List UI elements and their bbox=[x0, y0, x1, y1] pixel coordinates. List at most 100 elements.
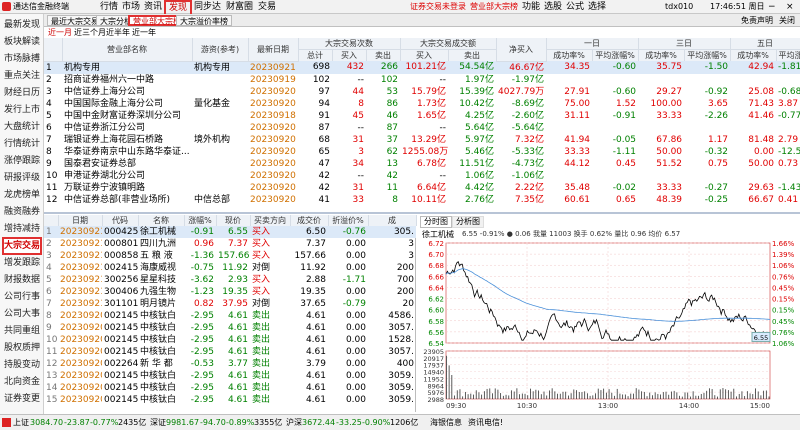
table-row[interactable]: 10 申港证券湖北分公司 20230920 42 -- 42 -- 1.06亿 -1.06亿 bbox=[44, 170, 800, 182]
col-5d-avg[interactable]: 平均涨幅% bbox=[776, 49, 800, 61]
col-date[interactable]: 最新日期 bbox=[248, 38, 299, 62]
col-detail-premium[interactable]: 折溢价% bbox=[328, 215, 369, 226]
col-3d-avg[interactable]: 平均涨幅% bbox=[684, 49, 731, 61]
col-detail-name[interactable]: 名称 bbox=[138, 215, 185, 226]
list-item[interactable]: 5 20230921 300256 星星科技 -3.62 2.93 买入 2.88 -1.71 7… bbox=[44, 274, 416, 286]
menu-wealth[interactable]: 财富圈 bbox=[226, 1, 253, 13]
login-warning[interactable]: 证券交易未登录 bbox=[410, 1, 466, 13]
col-amount-sell[interactable]: 卖出 bbox=[448, 49, 497, 61]
period-1m[interactable]: 近一月 bbox=[48, 27, 72, 38]
sidebar-item-11[interactable]: 融资融券 bbox=[2, 203, 42, 221]
sidebar-item-13[interactable]: 大宗交易 bbox=[2, 237, 42, 255]
table-row[interactable]: 1 机构专用 机构专用 20230921 698 432 266 101.21亿 54.54亿 4… bbox=[44, 61, 800, 74]
index-hs-label[interactable]: 沪深 bbox=[286, 417, 302, 428]
menu-news[interactable]: 资讯 bbox=[144, 1, 162, 13]
list-item[interactable]: 2 20230921 000801 四川九洲 0.96 7.37 买入 7.37 0.00 3 bbox=[44, 238, 416, 250]
sidebar-item-15[interactable]: 财报数据 bbox=[2, 271, 42, 289]
col-amount-buy[interactable]: 买入 bbox=[400, 49, 449, 61]
tool-function[interactable]: 功能 bbox=[522, 1, 540, 13]
list-item[interactable]: 6 20230921 300406 九强生物 -1.23 19.35 买入 19.35 0.00… bbox=[44, 286, 416, 298]
chart-tab-intraday[interactable]: 分时图 bbox=[420, 216, 452, 228]
col-count-buy[interactable]: 买入 bbox=[332, 49, 367, 61]
sidebar-item-20[interactable]: 持股变动 bbox=[2, 356, 42, 374]
list-item[interactable]: 14 20230920 002145 中核钛白 -2.95 4.61 卖出 4.61 0.00 3… bbox=[44, 382, 416, 394]
table-row[interactable]: 7 瑞银证券上海花园石桥路 境外机构 20230920 68 31 37 13.29亿 5.97… bbox=[44, 134, 800, 146]
col-count-total[interactable]: 总计 bbox=[298, 49, 333, 61]
sidebar-item-5[interactable]: 发行上市 bbox=[2, 101, 42, 119]
sidebar-item-14[interactable]: 增发跟踪 bbox=[2, 254, 42, 272]
col-detail-date[interactable]: 日期 bbox=[58, 215, 103, 226]
sidebar-item-0[interactable]: 最新发现 bbox=[2, 16, 42, 34]
table-row[interactable]: 5 中国中金财富证券深圳分公司 20230918 91 45 46 1.65亿 4.25亿 -2… bbox=[44, 110, 800, 122]
disclaimer-link[interactable]: 免责声明 bbox=[738, 15, 776, 26]
list-item[interactable]: 12 20230920 002264 新 华 都 -0.53 3.77 卖出 3.79 0.00… bbox=[44, 358, 416, 370]
col-detail-code[interactable]: 代码 bbox=[102, 215, 139, 226]
list-item[interactable]: 15 20230920 002145 中核钛白 -2.95 4.61 卖出 4.61 0.00 3… bbox=[44, 394, 416, 406]
col-detail-change[interactable]: 涨幅% bbox=[184, 215, 217, 226]
minimize-icon[interactable]: − bbox=[768, 1, 776, 13]
sidebar-item-2[interactable]: 市场脉搏 bbox=[2, 50, 42, 68]
sidebar-item-9[interactable]: 研报评级 bbox=[2, 169, 42, 187]
sidebar-item-22[interactable]: 证券变更 bbox=[2, 390, 42, 408]
list-item[interactable]: 8 20230920 002145 中核钛白 -2.95 4.61 卖出 4.61 0.00 45… bbox=[44, 310, 416, 322]
sidebar-item-6[interactable]: 大盘统计 bbox=[2, 118, 42, 136]
col-3d-rate[interactable]: 成功率% bbox=[638, 49, 685, 61]
menu-sync[interactable]: 同步达 bbox=[194, 1, 221, 13]
table-row[interactable]: 4 中国国际金融上海分公司 量化基金 20230920 94 8 86 1.73亿 10.42亿… bbox=[44, 98, 800, 110]
index-sh-label[interactable]: 上证 bbox=[13, 417, 29, 428]
sidebar-item-12[interactable]: 增持减持 bbox=[2, 220, 42, 238]
sidebar-item-21[interactable]: 北向资金 bbox=[2, 373, 42, 391]
period-3m[interactable]: 近三个月 bbox=[74, 27, 106, 38]
tool-choose[interactable]: 选择 bbox=[588, 1, 606, 13]
col-detail-deal-price[interactable]: 成交价 bbox=[290, 215, 329, 226]
table-row[interactable]: 8 华泰证券南京中山东路华泰证... 20230920 65 3 62 1255.08万 5.… bbox=[44, 146, 800, 158]
sidebar-item-3[interactable]: 重点关注 bbox=[2, 67, 42, 85]
col-detail-volume[interactable]: 成 bbox=[368, 215, 417, 226]
sidebar-item-1[interactable]: 板块解读 bbox=[2, 33, 42, 51]
sidebar-item-17[interactable]: 公司大事 bbox=[2, 305, 42, 323]
sidebar-item-4[interactable]: 财经日历 bbox=[2, 84, 42, 102]
tool-formula[interactable]: 公式 bbox=[566, 1, 584, 13]
chart-tab-analysis[interactable]: 分析图 bbox=[452, 216, 484, 228]
table-row[interactable]: 11 万联证券宁波镇明路 20230920 42 31 11 6.64亿 4.42亿 2.22亿… bbox=[44, 182, 800, 194]
list-item[interactable]: 9 20230920 002145 中核钛白 -2.95 4.61 卖出 4.61 0.00 30… bbox=[44, 322, 416, 334]
sidebar-item-8[interactable]: 涨停跟踪 bbox=[2, 152, 42, 170]
menu-market[interactable]: 市场 bbox=[122, 1, 140, 13]
col-detail-price[interactable]: 现价 bbox=[216, 215, 251, 226]
sidebar-item-19[interactable]: 股权质押 bbox=[2, 339, 42, 357]
sidebar-item-16[interactable]: 公司行事 bbox=[2, 288, 42, 306]
index-sz-label[interactable]: 深证 bbox=[150, 417, 166, 428]
col-1d-rate[interactable]: 成功率% bbox=[546, 49, 593, 61]
menu-trade[interactable]: 交易 bbox=[258, 1, 276, 13]
list-item[interactable]: 3 20230921 000858 五 粮 液 -1.36 157.66 买入 157.66 0… bbox=[44, 250, 416, 262]
table-row[interactable]: 9 国泰君安证券总部 20230920 47 34 13 6.78亿 11.51亿 -4.73亿… bbox=[44, 158, 800, 170]
period-6m[interactable]: 近半年 bbox=[106, 27, 130, 38]
col-5d-rate[interactable]: 成功率% bbox=[730, 49, 777, 61]
col-broker-name[interactable]: 营业部名称 bbox=[62, 38, 193, 62]
close-icon[interactable]: × bbox=[786, 1, 794, 13]
table-row[interactable]: 2 招商证券福州六一中路 20230919 102 -- 102 -- 1.97亿 -1.97亿 bbox=[44, 74, 800, 86]
close-panel-link[interactable]: 关闭 bbox=[776, 15, 798, 26]
status-info-2[interactable]: 资讯电信! bbox=[468, 417, 503, 428]
table-row[interactable]: 6 中信证券浙江分公司 20230920 87 -- 87 -- 5.64亿 -5.64亿 bbox=[44, 122, 800, 134]
col-detail-direction[interactable]: 买卖方向 bbox=[250, 215, 291, 226]
intraday-chart[interactable]: 6.72 1.66% 6.70 1.39% 6.68 1.06% 6.66 0.76% 6.64… bbox=[418, 239, 800, 411]
tab-premium-rank[interactable]: 大宗溢价率榜 bbox=[176, 15, 232, 26]
sidebar-item-10[interactable]: 龙虎榜单 bbox=[2, 186, 42, 204]
list-item[interactable]: 13 20230920 002145 中核钛白 -2.95 4.61 卖出 4.61 0.00 3… bbox=[44, 370, 416, 382]
menu-quote[interactable]: 行情 bbox=[100, 1, 118, 13]
status-info-1[interactable]: 海银信息 bbox=[430, 417, 462, 428]
table-row[interactable]: 12 中信证券总部(非营业场所) 中信总部 20230920 41 33 8 10.11亿 2.… bbox=[44, 194, 800, 206]
panel-divider[interactable] bbox=[44, 212, 800, 214]
list-item[interactable]: 11 20230920 002145 中核钛白 -2.95 4.61 卖出 4.61 0.00 3… bbox=[44, 346, 416, 358]
list-item[interactable]: 10 20230920 002145 中核钛白 -2.95 4.61 卖出 4.61 0.00 1… bbox=[44, 334, 416, 346]
col-count-sell[interactable]: 卖出 bbox=[366, 49, 401, 61]
list-item[interactable]: 4 20230921 002415 海康威视 -0.75 11.92 对倒 11.92 0.00… bbox=[44, 262, 416, 274]
period-1y[interactable]: 近一年 bbox=[132, 27, 156, 38]
col-1d-avg[interactable]: 平均涨幅% bbox=[592, 49, 639, 61]
col-net-buy[interactable]: 净买入 bbox=[496, 38, 547, 62]
col-tag[interactable]: 游资(参考) bbox=[192, 38, 249, 62]
tool-select-stock[interactable]: 选股 bbox=[544, 1, 562, 13]
sidebar-item-18[interactable]: 共同重组 bbox=[2, 322, 42, 340]
list-item[interactable]: 7 20230921 301101 明月镜片 0.82 37.95 对倒 37.65 -0.79… bbox=[44, 298, 416, 310]
